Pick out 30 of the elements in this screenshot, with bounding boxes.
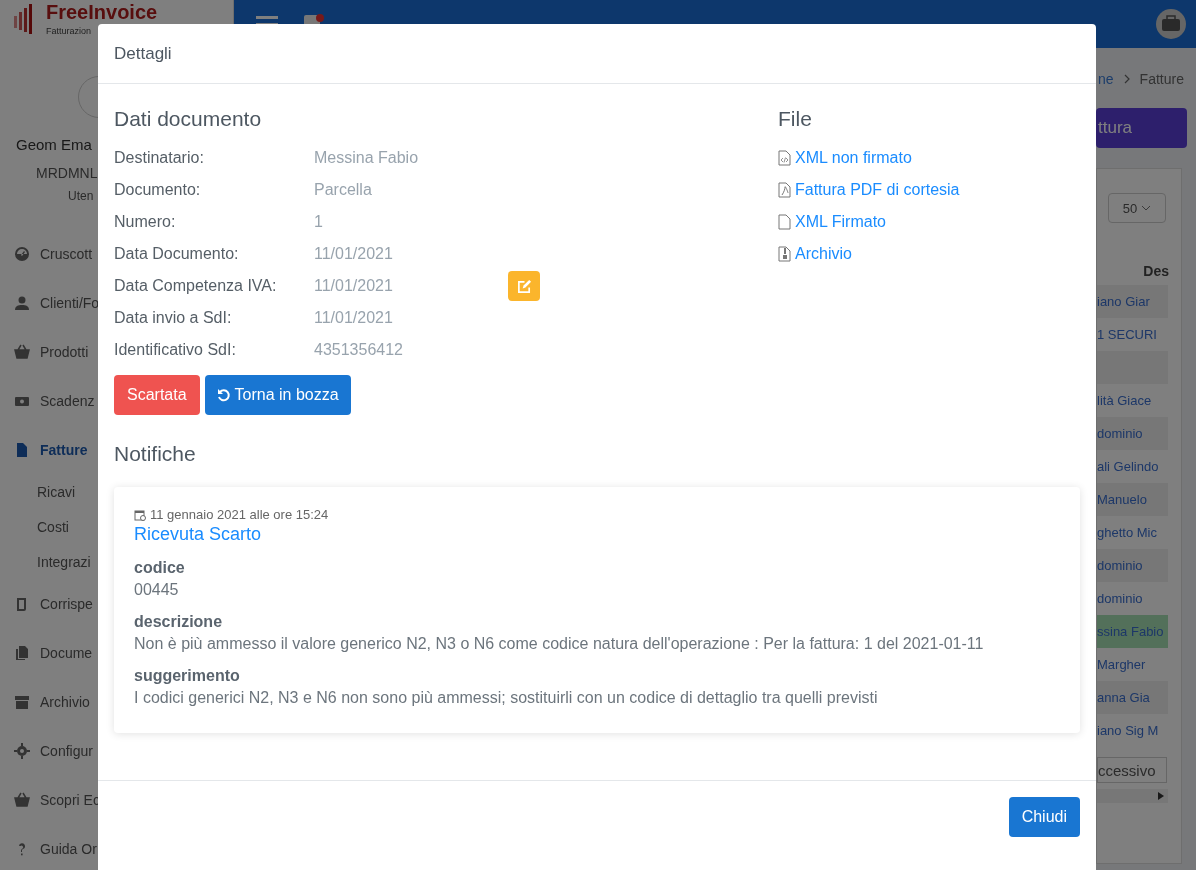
field-value: 11/01/2021 bbox=[314, 245, 394, 263]
notification-date: 11 gennaio 2021 alle ore 15:24 bbox=[150, 507, 329, 522]
notification-field-value: Non è più ammesso il valore generico N2, N3 o N6 come codice natura dell'operazione : Per la fattura: 1 del 2021-01-11 bbox=[134, 635, 985, 653]
field-label: Documento: bbox=[114, 181, 202, 199]
user-name: Geom Ema bbox=[16, 136, 93, 153]
notification-field-label: codice bbox=[134, 559, 186, 577]
logo-text: FreeInvoice bbox=[46, 2, 158, 23]
field-value: Messina Fabio bbox=[314, 149, 420, 167]
field-label: Data Documento: bbox=[114, 245, 240, 263]
field-value: 11/01/2021 bbox=[314, 309, 394, 327]
logo-tagline: Fatturazion bbox=[46, 26, 93, 36]
field-label: Data Competenza IVA: bbox=[114, 277, 278, 295]
field-value: 1 bbox=[314, 213, 324, 231]
section-heading: Dati documento bbox=[114, 106, 263, 132]
field-label: Identificativo SdI: bbox=[114, 341, 237, 359]
dialog-title: Dettagli bbox=[114, 43, 172, 64]
field-label: Numero: bbox=[114, 213, 177, 231]
field-value: 11/01/2021 bbox=[314, 277, 394, 295]
column-header: Des bbox=[1142, 263, 1170, 281]
field-label: Destinatario: bbox=[114, 149, 205, 167]
field-value: 4351356412 bbox=[314, 341, 404, 359]
notification-field-value: 00445 bbox=[134, 581, 180, 599]
section-heading: File bbox=[778, 106, 813, 132]
section-heading: Notifiche bbox=[114, 441, 197, 467]
user-code: MRDMNL bbox=[36, 165, 99, 181]
notification-field-label: descrizione bbox=[134, 613, 224, 631]
notification-field-value: I codici generici N2, N3 e N6 non sono più ammessi; sostituirli con un codice di dettaglio tra quelli previsti bbox=[134, 689, 879, 707]
notification-field-label: suggerimento bbox=[134, 667, 241, 685]
field-label: Data invio a SdI: bbox=[114, 309, 233, 327]
field-value: Parcella bbox=[314, 181, 373, 199]
